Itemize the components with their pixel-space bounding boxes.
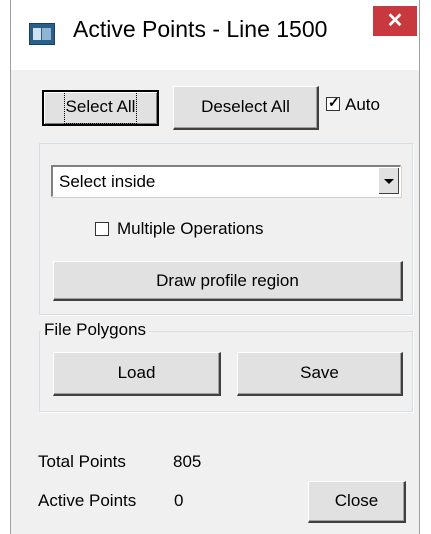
multiple-operations-checkbox[interactable] xyxy=(95,222,109,236)
dialog-window: Active Points - Line 1500 ✕ Select All D… xyxy=(10,0,420,534)
total-points-label: Total Points xyxy=(38,452,126,471)
title-bar[interactable]: Active Points - Line 1500 ✕ xyxy=(11,0,419,70)
multiple-operations-label: Multiple Operations xyxy=(117,219,264,238)
deselect-all-button[interactable]: Deselect All xyxy=(173,86,319,130)
select-all-label: Select All xyxy=(63,90,138,124)
active-points-value: 0 xyxy=(174,491,184,510)
save-button[interactable]: Save xyxy=(237,352,403,396)
select-all-button[interactable]: Select All xyxy=(42,90,159,126)
close-button[interactable]: Close xyxy=(308,481,406,523)
active-points-label: Active Points xyxy=(38,491,137,510)
total-points-value: 805 xyxy=(173,452,202,471)
draw-profile-region-label: Draw profile region xyxy=(156,271,299,290)
deselect-all-label: Deselect All xyxy=(201,97,290,116)
window-title: Active Points - Line 1500 xyxy=(73,16,328,42)
auto-label: Auto xyxy=(345,95,380,114)
auto-checkbox[interactable]: ✓ xyxy=(326,94,340,111)
selection-mode-dropdown[interactable]: Select inside xyxy=(51,165,401,197)
close-icon[interactable]: ✕ xyxy=(373,6,417,36)
load-label: Load xyxy=(117,363,156,382)
draw-profile-region-button[interactable]: Draw profile region xyxy=(53,261,403,301)
selection-mode-value: Select inside xyxy=(59,172,156,191)
file-polygons-title: File Polygons xyxy=(41,320,150,340)
app-icon xyxy=(29,23,55,45)
chevron-down-icon[interactable] xyxy=(379,168,399,194)
checkmark-icon: ✓ xyxy=(328,94,340,110)
close-label: Close xyxy=(334,491,379,510)
load-button[interactable]: Load xyxy=(53,352,221,396)
save-label: Save xyxy=(300,363,339,382)
